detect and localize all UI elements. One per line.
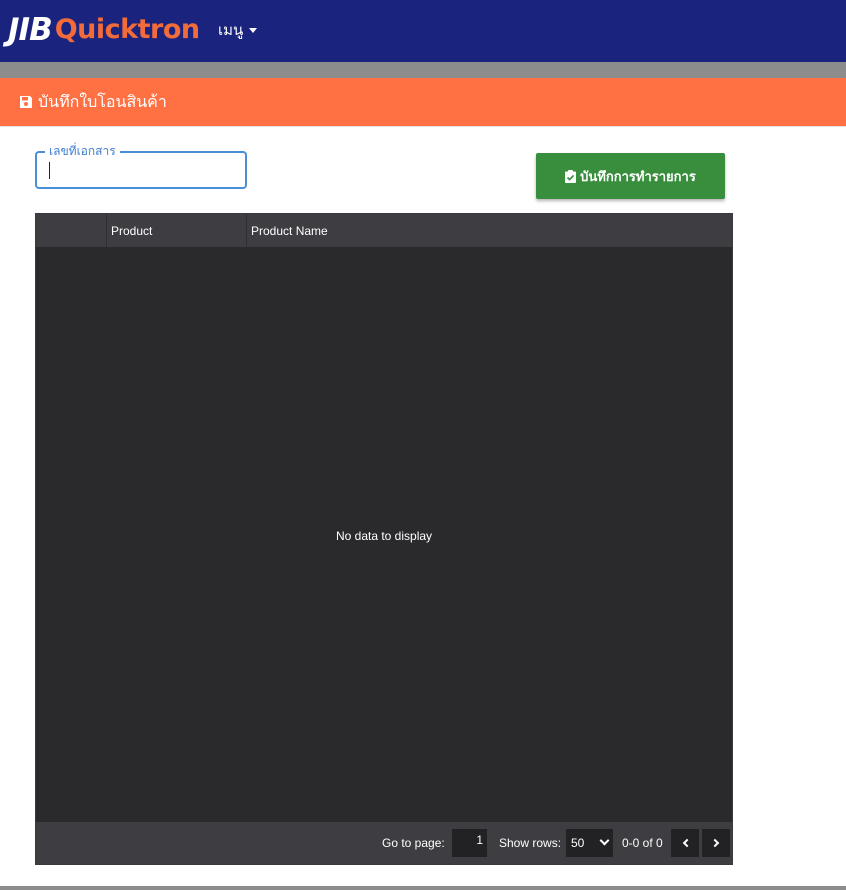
product-grid: Product Product Name No data to display … [35, 213, 733, 865]
text-cursor [49, 162, 50, 179]
page-title: บันทึกใบโอนสินค้า [38, 93, 167, 111]
column-header-product-name[interactable]: Product Name [246, 214, 732, 247]
menu-label: เมนู [218, 22, 244, 39]
document-number-field[interactable]: เลขที่เอกสาร [35, 144, 247, 189]
menu-dropdown[interactable]: เมนู [218, 18, 258, 42]
grid-body: No data to display [36, 247, 732, 824]
save-icon [20, 96, 32, 108]
chevron-down-icon [599, 835, 610, 846]
transfer-card: บันทึกใบโอนสินค้า เลขที่เอกสาร บันทึกการ… [0, 78, 846, 886]
navbar: JIB Quicktron เมนู [0, 0, 846, 62]
row-range-text: 0-0 of 0 [622, 836, 663, 850]
logo-jib-text: JIB [8, 12, 53, 48]
save-button-label: บันทึกการทำรายการ [580, 168, 696, 184]
chevron-left-icon [682, 838, 691, 848]
caret-down-icon [249, 27, 258, 33]
jib-quicktron-logo[interactable]: JIB Quicktron [8, 12, 200, 48]
page-background-strip [0, 62, 846, 78]
logo-quicktron-text: Quicktron [54, 14, 200, 45]
save-transaction-button[interactable]: บันทึกการทำรายการ [536, 153, 725, 199]
empty-message: No data to display [335, 528, 433, 543]
grid-pager: Go to page: 1 Show rows: 50 0-0 of 0 [36, 822, 732, 864]
show-rows-label: Show rows: [499, 836, 562, 850]
previous-page-button[interactable] [671, 829, 699, 857]
column-header-product[interactable]: Product [106, 214, 246, 247]
grid-header: Product Product Name [36, 214, 732, 247]
rows-per-page-select[interactable]: 50 [566, 829, 613, 857]
goto-page-label: Go to page: [382, 836, 445, 850]
chevron-right-icon [710, 838, 719, 848]
column-header-select[interactable] [36, 214, 106, 247]
document-number-label: เลขที่เอกสาร [45, 144, 120, 158]
rows-per-page-value: 50 [571, 836, 585, 850]
card-header: บันทึกใบโอนสินค้า [0, 78, 846, 127]
next-page-button[interactable] [702, 829, 730, 857]
clipboard-check-icon [565, 169, 577, 183]
page-number-input[interactable]: 1 [452, 829, 487, 857]
